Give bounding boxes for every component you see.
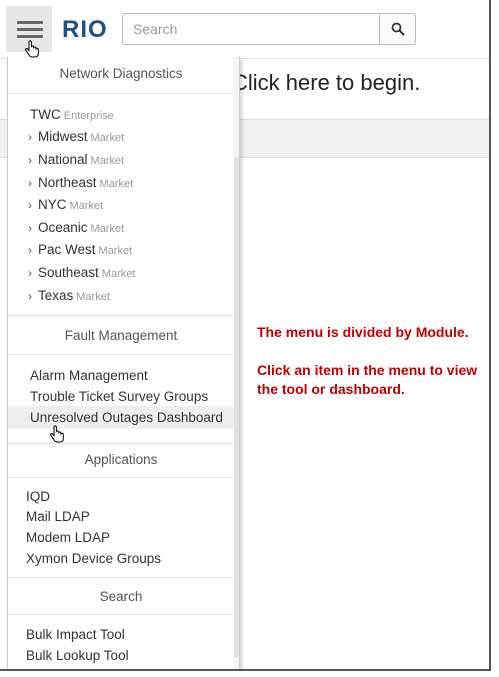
chevron-right-icon: › <box>28 289 32 303</box>
annotation-line-2: Click an item in the menu to view the to… <box>257 362 478 397</box>
divider <box>8 614 234 615</box>
chevron-right-icon: › <box>28 221 32 235</box>
search-button[interactable] <box>380 13 416 45</box>
menu-item-iqd[interactable]: IQD <box>26 489 50 504</box>
hamburger-icon <box>17 21 43 24</box>
divider <box>8 93 234 94</box>
menu-item-twc[interactable]: TWC Enterprise <box>30 107 114 122</box>
menu-item-pac-west[interactable]: › Pac West Market <box>28 242 132 257</box>
hand-pointer-icon <box>25 40 39 58</box>
menu-item-oceanic[interactable]: › Oceanic Market <box>28 220 124 235</box>
menu-item-trouble-ticket-survey-groups[interactable]: Trouble Ticket Survey Groups <box>30 389 208 404</box>
menu-item-mail-ldap[interactable]: Mail LDAP <box>26 509 90 524</box>
help-annotation: The menu is divided by Module. Click an … <box>257 323 485 418</box>
divider <box>8 477 234 478</box>
menu-item-texas[interactable]: › Texas Market <box>28 288 110 303</box>
begin-prompt[interactable]: Click here to begin. <box>232 70 420 96</box>
chevron-right-icon: › <box>28 243 32 257</box>
hand-pointer-icon <box>50 425 64 443</box>
menu-item-unresolved-outages-dashboard[interactable]: Unresolved Outages Dashboard <box>8 406 234 429</box>
menu-scrollbar-thumb[interactable] <box>234 157 239 657</box>
chevron-right-icon: › <box>28 198 32 212</box>
menu-scrollbar[interactable] <box>234 57 239 669</box>
section-heading-fault-management: Fault Management <box>64 328 178 343</box>
section-heading-applications: Applications <box>84 452 158 467</box>
divider <box>8 315 234 316</box>
top-bar: RIO <box>0 0 489 59</box>
app-logo[interactable]: RIO <box>62 16 108 44</box>
section-heading-network-diagnostics: Network Diagnostics <box>59 66 183 81</box>
chevron-right-icon: › <box>28 176 32 190</box>
divider <box>8 443 234 444</box>
search-input[interactable] <box>122 13 380 45</box>
divider <box>8 354 234 355</box>
menu-item-modem-ldap[interactable]: Modem LDAP <box>26 530 110 545</box>
annotation-line-1: The menu is divided by Module. <box>257 324 469 340</box>
menu-item-alarm-management[interactable]: Alarm Management <box>30 368 148 383</box>
menu-item-nyc[interactable]: › NYC Market <box>28 197 103 212</box>
menu-item-xymon-device-groups[interactable]: Xymon Device Groups <box>26 551 161 566</box>
chevron-right-icon: › <box>28 130 32 144</box>
chevron-right-icon: › <box>28 266 32 280</box>
menu-item-southeast[interactable]: › Southeast Market <box>28 265 135 280</box>
divider <box>8 577 234 578</box>
search-bar <box>122 13 416 45</box>
menu-item-bulk-lookup-tool[interactable]: Bulk Lookup Tool <box>26 648 129 663</box>
search-icon <box>391 22 404 36</box>
menu-item-bulk-impact-tool[interactable]: Bulk Impact Tool <box>26 627 125 642</box>
menu-item-northeast[interactable]: › Northeast Market <box>28 175 133 190</box>
app-window: Click here to begin. RIO Network Diagnos… <box>0 0 491 671</box>
section-heading-search: Search <box>99 589 143 604</box>
menu-item-midwest[interactable]: › Midwest Market <box>28 129 124 144</box>
chevron-right-icon: › <box>28 153 32 167</box>
menu-item-national[interactable]: › National Market <box>28 152 124 167</box>
navigation-menu: Network Diagnostics TWC Enterprise › Midwe… <box>7 57 240 669</box>
